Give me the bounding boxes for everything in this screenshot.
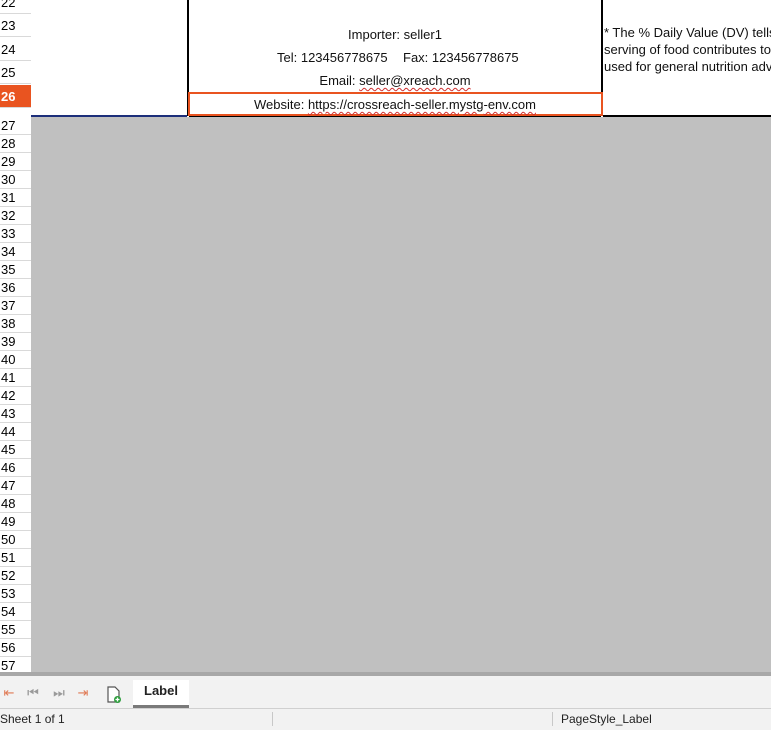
row-number[interactable]: 29 — [0, 153, 31, 171]
row-number[interactable]: 24 — [0, 38, 31, 61]
row-number[interactable]: 55 — [0, 621, 31, 639]
importer-cell[interactable]: Importer: seller1 — [189, 26, 601, 44]
row-number[interactable]: 42 — [0, 387, 31, 405]
email-cell[interactable]: Email: seller@xreach.com — [189, 72, 601, 90]
row-number[interactable]: 28 — [0, 135, 31, 153]
sheet-tab-label[interactable]: Label — [133, 680, 189, 708]
row-number[interactable]: 41 — [0, 369, 31, 387]
website-label: Website: — [253, 97, 308, 112]
dv-text-line-1[interactable]: * The % Daily Value (DV) tells y — [604, 24, 771, 42]
row-number[interactable]: 48 — [0, 495, 31, 513]
used-cell-area[interactable]: Importer: seller1 Tel: 123456778675 Fax:… — [31, 0, 771, 117]
row-number[interactable]: 30 — [0, 171, 31, 189]
row-number[interactable]: 33 — [0, 225, 31, 243]
sheet-tab-bar: ⇤ ⏮ ⏭ ⇥ Label — [0, 672, 771, 708]
row-number[interactable]: 46 — [0, 459, 31, 477]
row-number[interactable]: 44 — [0, 423, 31, 441]
row-number[interactable]: 47 — [0, 477, 31, 495]
email-value: seller@xreach.com — [359, 73, 471, 88]
status-separator — [552, 712, 553, 726]
row-number[interactable]: 38 — [0, 315, 31, 333]
row-number[interactable]: 50 — [0, 531, 31, 549]
row-number[interactable]: 51 — [0, 549, 31, 567]
last-sheet-icon[interactable]: ⇥ — [74, 685, 92, 701]
sheet-grid[interactable]: Importer: seller1 Tel: 123456778675 Fax:… — [31, 0, 771, 672]
status-bar: Sheet 1 of 1 PageStyle_Label — [0, 708, 771, 730]
dv-text-line-2[interactable]: serving of food contributes to a — [604, 41, 771, 59]
row-number[interactable]: 32 — [0, 207, 31, 225]
cell-bottom-border-left — [31, 115, 187, 117]
row-number[interactable]: 49 — [0, 513, 31, 531]
row-number[interactable]: 56 — [0, 639, 31, 657]
row-number[interactable]: 54 — [0, 603, 31, 621]
row-number[interactable]: 45 — [0, 441, 31, 459]
row-number[interactable]: 52 — [0, 567, 31, 585]
tel-cell[interactable]: Tel: 123456778675 — [277, 49, 388, 67]
row-number[interactable]: 27 — [0, 117, 31, 135]
status-separator — [272, 712, 273, 726]
row-number[interactable]: 26 — [0, 84, 31, 108]
row-number[interactable]: 23 — [0, 14, 31, 38]
row-number[interactable]: 53 — [0, 585, 31, 603]
fax-cell[interactable]: Fax: 123456778675 — [403, 49, 519, 67]
dv-text-line-3[interactable]: used for general nutrition advic — [604, 58, 771, 76]
prev-sheet-icon[interactable]: ⏮ — [24, 685, 42, 701]
row-number[interactable]: 35 — [0, 261, 31, 279]
row-number[interactable]: 25 — [0, 61, 31, 85]
first-sheet-icon[interactable]: ⇤ — [0, 685, 18, 701]
row-number[interactable]: 31 — [0, 189, 31, 207]
row-number[interactable]: 37 — [0, 297, 31, 315]
cell-bottom-border-right — [603, 115, 771, 117]
row-number[interactable]: 39 — [0, 333, 31, 351]
row-number[interactable]: 22 — [0, 0, 31, 14]
next-sheet-icon[interactable]: ⏭ — [50, 685, 68, 701]
row-number[interactable]: 40 — [0, 351, 31, 369]
row-number[interactable]: 34 — [0, 243, 31, 261]
website-value: https://crossreach-seller.mystg-env.com — [307, 97, 536, 112]
row-header-column: 22 23 24 25 26 27 28 29 30 31 32 33 34 35 36 37 38 39 40 41… — [0, 0, 32, 672]
page-style[interactable]: PageStyle_Label — [561, 709, 652, 729]
add-sheet-icon[interactable] — [106, 686, 121, 703]
row-number[interactable]: 57 — [0, 657, 31, 672]
row-number[interactable]: 36 — [0, 279, 31, 297]
sheet-position: Sheet 1 of 1 — [0, 712, 65, 726]
row-number[interactable]: 43 — [0, 405, 31, 423]
website-cell[interactable]: Website: https://crossreach-seller.mystg… — [189, 96, 601, 114]
email-label: Email: — [319, 73, 360, 88]
